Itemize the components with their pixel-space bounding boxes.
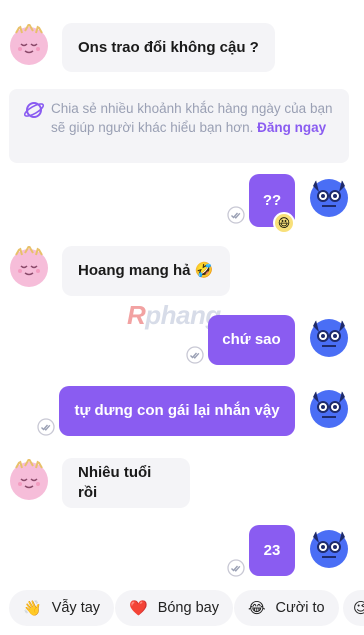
laughing-face-icon: 😂	[248, 600, 266, 617]
read-receipt-icon	[227, 559, 245, 577]
contact-avatar[interactable]	[8, 459, 50, 501]
my-avatar[interactable]	[308, 387, 350, 429]
message-bubble-incoming[interactable]: Hoang mang hả 🤣	[62, 246, 230, 296]
post-now-link[interactable]: Đăng ngay	[257, 120, 326, 135]
message-bubble-outgoing[interactable]: tự dưng con gái lại nhắn vậy	[59, 386, 295, 436]
message-text: ??	[262, 191, 282, 209]
quick-reply-bar: 👋 Vẫy tay ❤️ Bóng bay 😂 Cười to 😉	[0, 585, 364, 635]
message-text: tự dưng con gái lại nhắn vậy	[74, 402, 280, 419]
quick-reply-label: Cười to	[275, 600, 325, 616]
contact-avatar[interactable]	[8, 24, 50, 66]
read-receipt-icon	[37, 418, 55, 436]
reaction-emoji[interactable]: 😆	[273, 212, 295, 234]
message-text: chứ sao	[222, 331, 281, 348]
heart-icon: ❤️	[129, 600, 148, 617]
contact-avatar[interactable]	[8, 246, 50, 288]
my-avatar[interactable]	[308, 176, 350, 218]
watermark-logo: Rphang	[127, 300, 221, 330]
message-bubble-outgoing[interactable]: chứ sao	[208, 315, 295, 365]
my-avatar[interactable]	[308, 527, 350, 569]
quick-reply-laugh[interactable]: 😂 Cười to	[234, 590, 339, 626]
quick-reply-wink[interactable]: 😉	[343, 590, 364, 626]
my-avatar[interactable]	[308, 316, 350, 358]
message-text: 23	[263, 541, 281, 559]
planet-icon	[23, 102, 45, 118]
message-bubble-incoming[interactable]: Ons trao đổi không cậu ?	[62, 23, 275, 72]
message-bubble-incoming[interactable]: Nhiêu tuổi rồi	[62, 458, 190, 508]
quick-reply-label: Bóng bay	[157, 600, 219, 616]
message-text: Hoang mang hả 🤣	[78, 262, 214, 279]
message-text: Ons trao đổi không cậu ?	[78, 38, 259, 56]
message-bubble-outgoing[interactable]: 23	[249, 525, 295, 576]
quick-reply-balloon[interactable]: ❤️ Bóng bay	[115, 590, 233, 626]
quick-reply-wave[interactable]: 👋 Vẫy tay	[9, 590, 115, 626]
read-receipt-icon	[227, 206, 245, 224]
read-receipt-icon	[186, 346, 204, 364]
waving-hand-icon: 👋	[23, 600, 42, 617]
quick-reply-label: Vẫy tay	[51, 600, 101, 616]
message-text: Nhiêu tuổi rồi	[78, 464, 152, 501]
share-moments-notice: Chia sẻ nhiều khoảnh khắc hàng ngày của …	[9, 89, 349, 163]
winking-face-icon: 😉	[353, 600, 364, 617]
